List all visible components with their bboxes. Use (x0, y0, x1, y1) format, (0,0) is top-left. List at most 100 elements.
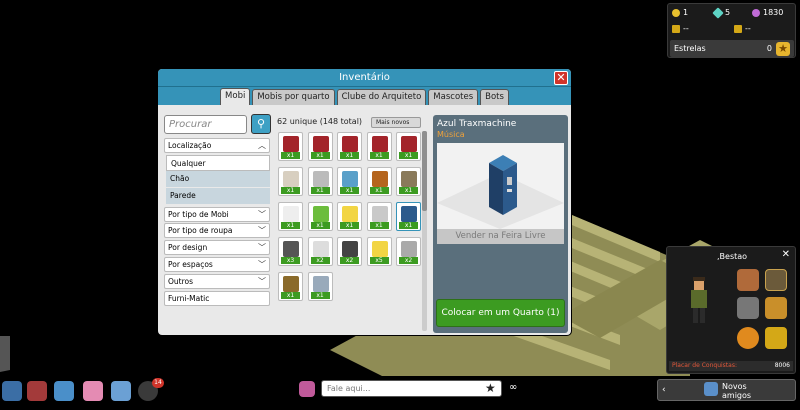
vase-icon (401, 241, 417, 257)
achievement-score: Placar de Conquistas: 8006 (669, 361, 793, 371)
close-button[interactable]: ✕ (554, 71, 568, 85)
table-icon (312, 276, 329, 292)
inventory-item[interactable]: x2 (337, 237, 362, 266)
item-grid: x1 x1 x1 x1 x1 x1 x1 x1 x1 x1 x1 x1 x1 x1 x1 x3 x2 x2 x5 x2… (278, 132, 423, 332)
builder-icon (734, 24, 742, 33)
item-quantity: x1 (281, 152, 300, 159)
inventory-item[interactable]: x2 (396, 237, 421, 266)
avatar[interactable] (687, 277, 711, 327)
new-friends-button[interactable]: ‹ Novos amigos (657, 379, 796, 401)
filter-outros[interactable]: Outros ﹀ (164, 274, 270, 289)
catalog-icon[interactable] (27, 381, 47, 401)
duckets-display[interactable]: 1830 (752, 8, 783, 17)
search-input[interactable]: Procurar (164, 115, 247, 134)
lab-icon (312, 206, 329, 222)
bed-icon (401, 171, 417, 187)
scroll-thumb[interactable] (422, 131, 427, 211)
inventory-item[interactable]: x1 (396, 167, 421, 196)
badge-icon[interactable] (737, 269, 759, 291)
badge-icon[interactable] (765, 327, 787, 349)
search-button[interactable]: ⚲ (251, 114, 271, 134)
tab-clube-do-arquiteto[interactable]: Clube do Arquiteto (336, 89, 427, 105)
credits-display[interactable]: 1 (672, 8, 688, 17)
tab-mascotes[interactable]: Mascotes (428, 89, 479, 105)
item-count: 62 unique (148 total) (277, 117, 363, 126)
sell-button[interactable]: Vender na Feira Livre (437, 229, 564, 244)
item-image (437, 143, 564, 243)
poster-icon (283, 171, 299, 187)
furnimatic-button[interactable]: Furni-Matic (164, 291, 270, 306)
star-icon[interactable]: ★ (485, 381, 496, 395)
inventory-item[interactable]: x1 (307, 132, 333, 161)
filter-tipo-mobi[interactable]: Por tipo de Mobi ﹀ (164, 207, 270, 222)
inventory-item[interactable]: x1 (366, 167, 392, 196)
inventory-item[interactable]: x1 (307, 272, 333, 301)
achievements-panel: ,Bestao ✕ Placar de Conquistas: 8006 (666, 246, 796, 374)
inventory-item[interactable]: x1 (396, 132, 421, 161)
option-chao[interactable]: Chão (166, 171, 270, 187)
inventory-item[interactable]: x5 (366, 237, 392, 266)
tab-bots[interactable]: Bots (480, 89, 509, 105)
estrelas-row[interactable]: Estrelas 0 ★ (670, 40, 794, 57)
duckets-icon (752, 8, 760, 17)
localizacao-filter[interactable]: Localização ︿ (164, 138, 270, 153)
inventory-item[interactable]: x1 (337, 167, 362, 196)
chevron-down-icon: ﹀ (258, 260, 266, 269)
club-display[interactable]: -- (672, 24, 689, 33)
badge-icon[interactable] (765, 269, 787, 291)
inventory-item[interactable]: x1 (278, 132, 303, 161)
spider-icon (312, 171, 329, 187)
sort-select[interactable]: Mais novos (371, 117, 421, 128)
filter-design[interactable]: Por design ﹀ (164, 240, 270, 255)
inventory-item[interactable]: x1 (307, 202, 333, 231)
chevron-down-icon: ﹀ (258, 243, 266, 252)
option-qualquer[interactable]: Qualquer (166, 155, 270, 171)
link-icon[interactable]: ∞ (509, 382, 517, 393)
close-icon[interactable]: ✕ (782, 249, 790, 260)
credits-icon (672, 8, 680, 17)
plant-icon (283, 276, 299, 292)
badge-icon[interactable] (765, 297, 787, 319)
banana-icon (342, 206, 358, 222)
inventory-item[interactable]: x1 (278, 272, 303, 301)
inventory-item[interactable]: x1 (278, 167, 303, 196)
localizacao-label: Localização (168, 141, 212, 150)
place-in-room-button[interactable]: Colocar em um Quarto (1) (436, 299, 565, 327)
item-quantity: x3 (281, 257, 300, 264)
inventory-item[interactable]: x1 (366, 202, 392, 231)
inventory-item[interactable]: x1 (337, 202, 362, 231)
tab-mobis-por-quarto[interactable]: Mobis por quarto (252, 89, 335, 105)
option-parede[interactable]: Parede (166, 188, 270, 204)
notification-badge: 14 (152, 378, 164, 388)
item-category: Música (437, 130, 465, 139)
credits-value: 1 (683, 8, 689, 17)
inventory-item[interactable]: x3 (278, 237, 303, 266)
inventory-title[interactable]: Inventário (158, 69, 571, 87)
filter-tipo-roupa[interactable]: Por tipo de roupa ﹀ (164, 223, 270, 238)
item-quantity: x1 (399, 152, 418, 159)
navigator-icon[interactable] (2, 381, 22, 401)
chat-style-icon[interactable] (299, 381, 315, 397)
item-quantity: x1 (281, 222, 300, 229)
inventory-item[interactable]: x1 (307, 167, 333, 196)
inventory-item[interactable]: x2 (307, 237, 333, 266)
score-label: Placar de Conquistas: (672, 362, 737, 369)
inventory-item[interactable]: x1 (366, 132, 392, 161)
diamonds-display[interactable]: 5 (712, 6, 730, 19)
inventory-item[interactable]: x1 (278, 202, 303, 231)
badge-icon[interactable] (737, 327, 759, 349)
shop-icon[interactable] (54, 381, 74, 401)
item-quantity: x5 (369, 257, 389, 264)
chat-input[interactable]: Fale aqui... (321, 380, 502, 397)
tab-mobi[interactable]: Mobi (220, 88, 251, 105)
inventory-item[interactable]: x1 (396, 202, 421, 231)
chevron-up-icon: ︿ (258, 141, 266, 150)
diamond-icon (712, 6, 724, 19)
gifts-icon[interactable] (83, 381, 103, 401)
barrel-icon (371, 171, 388, 187)
badge-icon[interactable] (737, 297, 759, 319)
builder-display[interactable]: -- (734, 24, 751, 33)
filter-espacos[interactable]: Por espaços ﹀ (164, 257, 270, 272)
inventory-icon[interactable] (111, 381, 131, 401)
inventory-item[interactable]: x1 (337, 132, 362, 161)
